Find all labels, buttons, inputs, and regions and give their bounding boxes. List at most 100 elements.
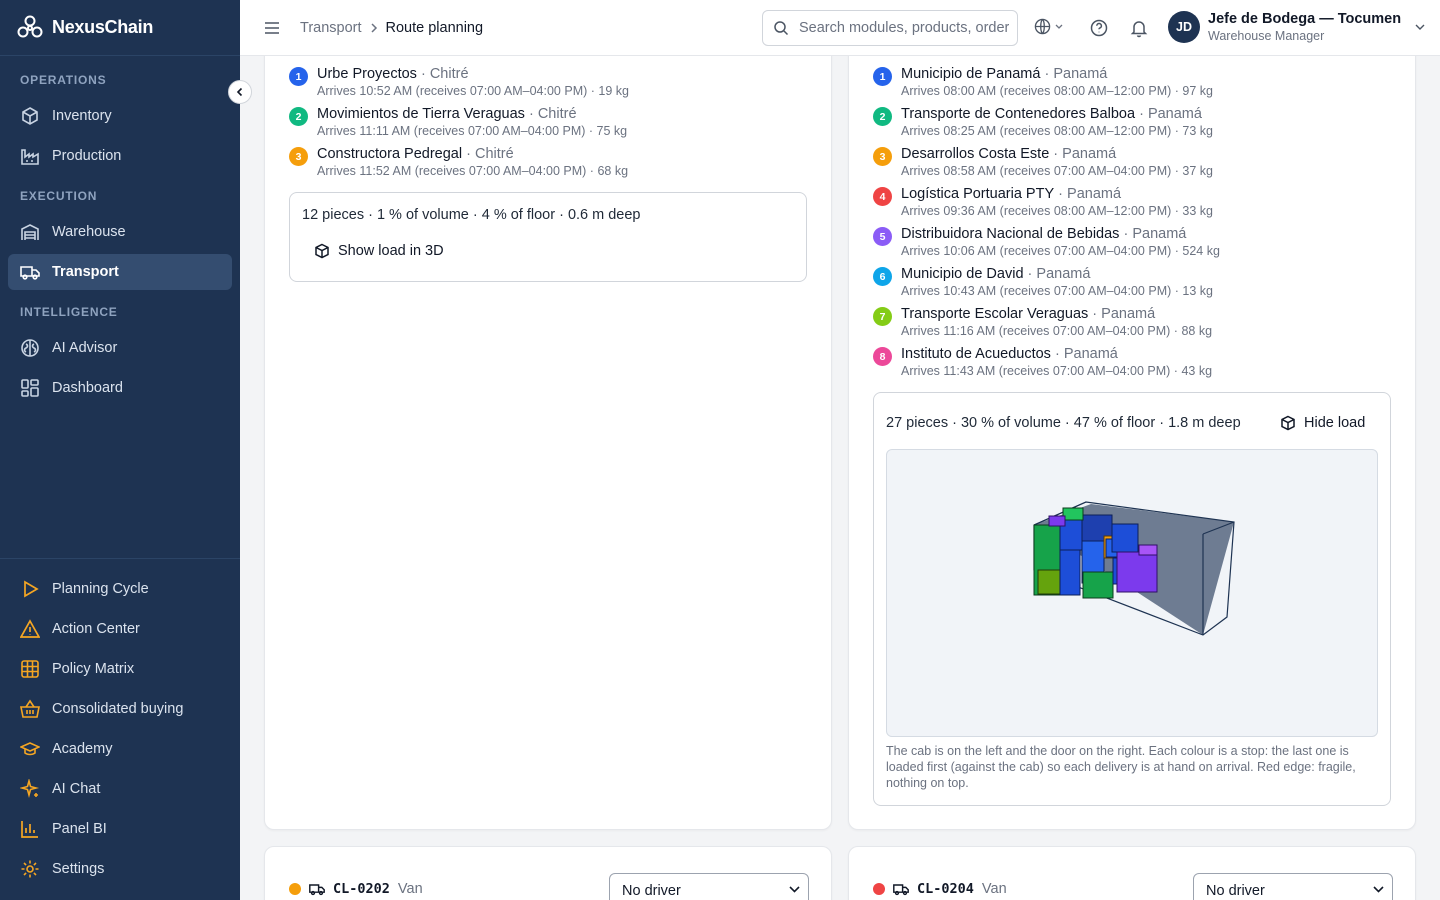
sidebar-item-action-center[interactable]: Action Center [8,611,232,647]
stop-detail: Arrives 10:52 AM (receives 07:00 AM–04:0… [317,84,629,98]
status-dot [873,883,885,895]
chevron-right-icon [370,22,377,33]
truck-icon [893,884,909,896]
sidebar-item-label: Inventory [52,108,112,124]
stop-detail: Arrives 11:52 AM (receives 07:00 AM–04:0… [317,164,629,178]
driver-select[interactable]: No driver [609,873,809,900]
stop-name: Urbe Proyectos [317,66,417,82]
list-item[interactable]: 1 Urbe Proyectos · Chitré Arrives 10:52 … [289,59,629,99]
load-panel: 12 pieces · 1 % of volume · 4 % of floor… [289,192,807,282]
user-menu[interactable]: JD Jefe de Bodega — Tocumen Warehouse Ma… [1168,10,1425,44]
vehicle-type: Van [981,881,1007,897]
load-3d-viewer[interactable] [886,449,1378,737]
search-input[interactable] [799,20,1009,36]
stop-city: Panamá [1147,106,1202,122]
section-label-execution: EXECUTION [20,189,98,203]
sidebar-item-warehouse[interactable]: Warehouse [8,214,232,250]
sidebar-item-production[interactable]: Production [8,138,232,174]
menu-icon[interactable] [262,18,282,38]
help-icon[interactable] [1089,18,1109,38]
list-item[interactable]: 2 Movimientos de Tierra Veraguas · Chitr… [289,99,629,139]
list-item[interactable]: 5 Distribuidora Nacional de Bebidas · Pa… [873,219,1220,259]
list-item[interactable]: 8 Instituto de Acueductos · Panamá Arriv… [873,339,1220,379]
stop-number-badge: 3 [873,147,892,166]
sidebar-bottom-nav: Planning Cycle Action Center Policy Matr… [0,558,240,891]
stop-name: Instituto de Acueductos [901,346,1051,362]
avatar: JD [1168,11,1200,43]
driver-select-value: No driver [622,883,681,899]
load-summary: 27 pieces · 30 % of volume · 47 % of flo… [886,415,1241,431]
route-card-left: 1 Urbe Proyectos · Chitré Arrives 10:52 … [264,32,832,830]
stop-city: Panamá [1101,306,1156,322]
hide-load-button[interactable]: Hide load [1280,415,1365,431]
stop-name: Municipio de David [901,266,1024,282]
vehicle-code: CL-0204 [917,881,974,897]
sidebar-item-ai-advisor[interactable]: AI Advisor [8,330,232,366]
list-item[interactable]: 6 Municipio de David · Panamá Arrives 10… [873,259,1220,299]
language-selector[interactable] [1034,18,1066,38]
breadcrumb-parent[interactable]: Transport [300,20,362,36]
dashboard-icon [21,379,39,397]
search-box[interactable] [762,10,1018,46]
vehicle-type: Van [397,881,423,897]
chevron-down-icon [1373,886,1384,893]
brand[interactable]: NexusChain [0,0,240,56]
breadcrumb: Transport Route planning [300,20,483,36]
stop-number-badge: 3 [289,147,308,166]
sidebar-item-label: Warehouse [52,224,126,240]
sidebar-item-transport[interactable]: Transport [8,254,232,290]
load-caption: The cab is on the left and the door on t… [886,744,1356,790]
sidebar-item-label: AI Advisor [52,340,118,356]
cube-icon [315,243,329,259]
cube-icon [1281,415,1295,431]
sidebar-item-label: Action Center [52,621,140,637]
list-item[interactable]: 2 Transporte de Contenedores Balboa · Pa… [873,99,1220,139]
list-item[interactable]: 1 Municipio de Panamá · Panamá Arrives 0… [873,59,1220,99]
sidebar-item-planning-cycle[interactable]: Planning Cycle [8,571,232,607]
user-role: Warehouse Manager [1208,29,1325,43]
sidebar-item-label: Consolidated buying [52,701,184,717]
list-item[interactable]: 3 Desarrollos Costa Este · Panamá Arrive… [873,139,1220,179]
stop-name: Transporte Escolar Veraguas [901,306,1089,322]
brain-icon [21,339,39,357]
sidebar-item-settings[interactable]: Settings [8,851,232,887]
sidebar-item-academy[interactable]: Academy [8,731,232,767]
stop-detail: Arrives 09:36 AM (receives 08:00 AM–12:0… [901,204,1213,218]
grid-icon [21,660,39,678]
user-name: Jefe de Bodega — Tocumen [1208,11,1402,27]
stop-city: Panamá [1062,146,1117,162]
vehicle-header: CL-0204 Van [873,881,1007,897]
stop-detail: Arrives 10:06 AM (receives 07:00 AM–04:0… [901,244,1220,258]
collapse-sidebar-button[interactable] [228,80,252,104]
stop-list: 1 Municipio de Panamá · Panamá Arrives 0… [873,59,1220,379]
sidebar-item-panel-bi[interactable]: Panel BI [8,811,232,847]
vehicle-code: CL-0202 [333,881,390,897]
stop-detail: Arrives 08:25 AM (receives 08:00 AM–12:0… [901,124,1213,138]
chevron-down-icon [1055,24,1063,29]
driver-select[interactable]: No driver [1193,873,1393,900]
sidebar-item-policy-matrix[interactable]: Policy Matrix [8,651,232,687]
stop-name: Movimientos de Tierra Veraguas [317,106,525,122]
stop-number-badge: 6 [873,267,892,286]
show-load-3d-button[interactable]: Show load in 3D [314,243,444,259]
logo-icon [17,15,43,37]
sidebar-item-inventory[interactable]: Inventory [8,98,232,134]
chevron-down-icon [789,886,800,893]
stop-name: Constructora Pedregal [317,146,463,162]
bell-icon[interactable] [1129,18,1149,38]
list-item[interactable]: 3 Constructora Pedregal · Chitré Arrives… [289,139,629,179]
list-item[interactable]: 7 Transporte Escolar Veraguas · Panamá A… [873,299,1220,339]
search-icon [774,21,789,36]
vehicle-card: CL-0202 Van No driver [264,846,832,900]
list-item[interactable]: 4 Logística Portuaria PTY · Panamá Arriv… [873,179,1220,219]
sidebar: NexusChain OPERATIONS Inventory Producti… [0,0,240,900]
load-panel: 27 pieces · 30 % of volume · 47 % of flo… [873,392,1391,806]
sidebar-item-dashboard[interactable]: Dashboard [8,370,232,406]
stop-detail: Arrives 10:43 AM (receives 07:00 AM–04:0… [901,284,1213,298]
sidebar-item-label: Dashboard [52,380,123,396]
bar-chart-icon [21,821,38,838]
stop-city: Panamá [1067,186,1122,202]
stop-number-badge: 8 [873,347,892,366]
sidebar-item-ai-chat[interactable]: AI Chat [8,771,232,807]
sidebar-item-consolidated-buying[interactable]: Consolidated buying [8,691,232,727]
